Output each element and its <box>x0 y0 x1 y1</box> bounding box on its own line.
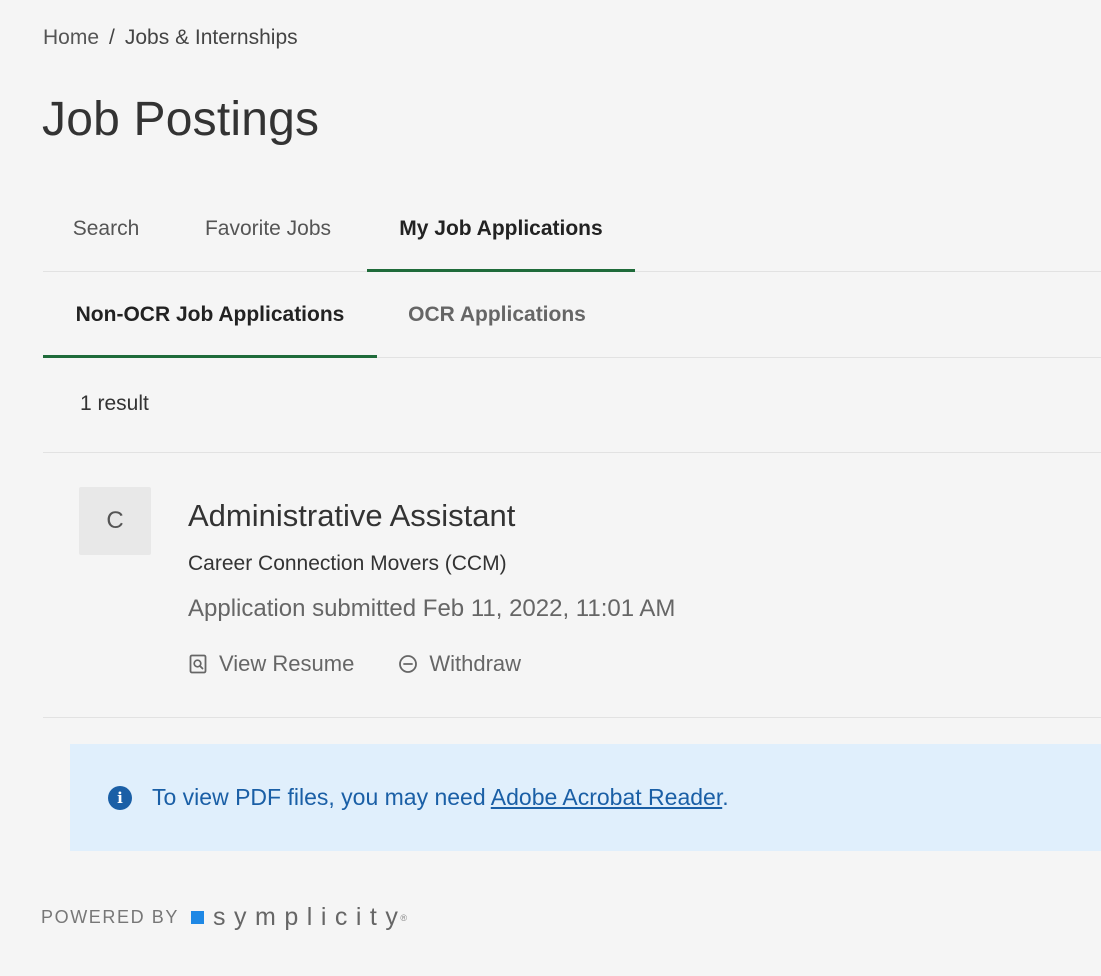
application-actions: View Resume Withdraw <box>188 651 521 677</box>
breadcrumb-separator: / <box>109 26 115 49</box>
result-count: 1 result <box>80 392 149 415</box>
info-text-before: To view PDF files, you may need <box>152 784 491 810</box>
breadcrumb-home-link[interactable]: Home <box>43 26 99 50</box>
pdf-info-banner: i To view PDF files, you may need Adobe … <box>70 744 1101 851</box>
document-search-icon <box>188 654 208 674</box>
footer: POWERED BY symplicity ® <box>41 903 407 932</box>
brand-logo-text[interactable]: symplicity <box>213 903 406 932</box>
application-submitted-date: Application submitted Feb 11, 2022, 11:0… <box>188 595 676 622</box>
breadcrumb-current: Jobs & Internships <box>124 26 298 49</box>
employer-avatar: C <box>79 487 151 555</box>
job-title[interactable]: Administrative Assistant <box>188 498 515 534</box>
info-text-after: . <box>722 784 729 810</box>
view-resume-button[interactable]: View Resume <box>188 651 354 677</box>
secondary-tabs: Non-OCR Job Applications OCR Application… <box>43 272 1101 358</box>
tab-ocr-applications[interactable]: OCR Applications <box>377 272 617 357</box>
page-title: Job Postings <box>42 93 320 146</box>
withdraw-label: Withdraw <box>429 651 522 676</box>
tab-favorite-jobs[interactable]: Favorite Jobs <box>169 186 367 271</box>
tab-non-ocr-job-applications[interactable]: Non-OCR Job Applications <box>43 272 377 358</box>
tab-search[interactable]: Search <box>43 186 169 271</box>
info-circle-icon: i <box>108 785 132 810</box>
divider <box>43 452 1101 453</box>
employer-name: Career Connection Movers (CCM) <box>188 552 507 575</box>
view-resume-label: View Resume <box>219 651 355 676</box>
adobe-acrobat-reader-link[interactable]: Adobe Acrobat Reader <box>491 784 722 810</box>
info-message: To view PDF files, you may need Adobe Ac… <box>152 784 729 811</box>
primary-tabs: Search Favorite Jobs My Job Applications <box>43 186 1101 272</box>
minus-circle-icon <box>398 654 418 674</box>
powered-by-label: POWERED BY <box>41 907 180 927</box>
breadcrumb: Home / Jobs & Internships <box>43 26 298 50</box>
page: Home / Jobs & Internships Job Postings S… <box>0 0 1101 976</box>
withdraw-button[interactable]: Withdraw <box>398 651 521 677</box>
trademark-symbol: ® <box>400 912 408 923</box>
tab-my-job-applications[interactable]: My Job Applications <box>367 186 635 272</box>
brand-square-icon <box>191 911 205 924</box>
divider <box>43 717 1101 718</box>
